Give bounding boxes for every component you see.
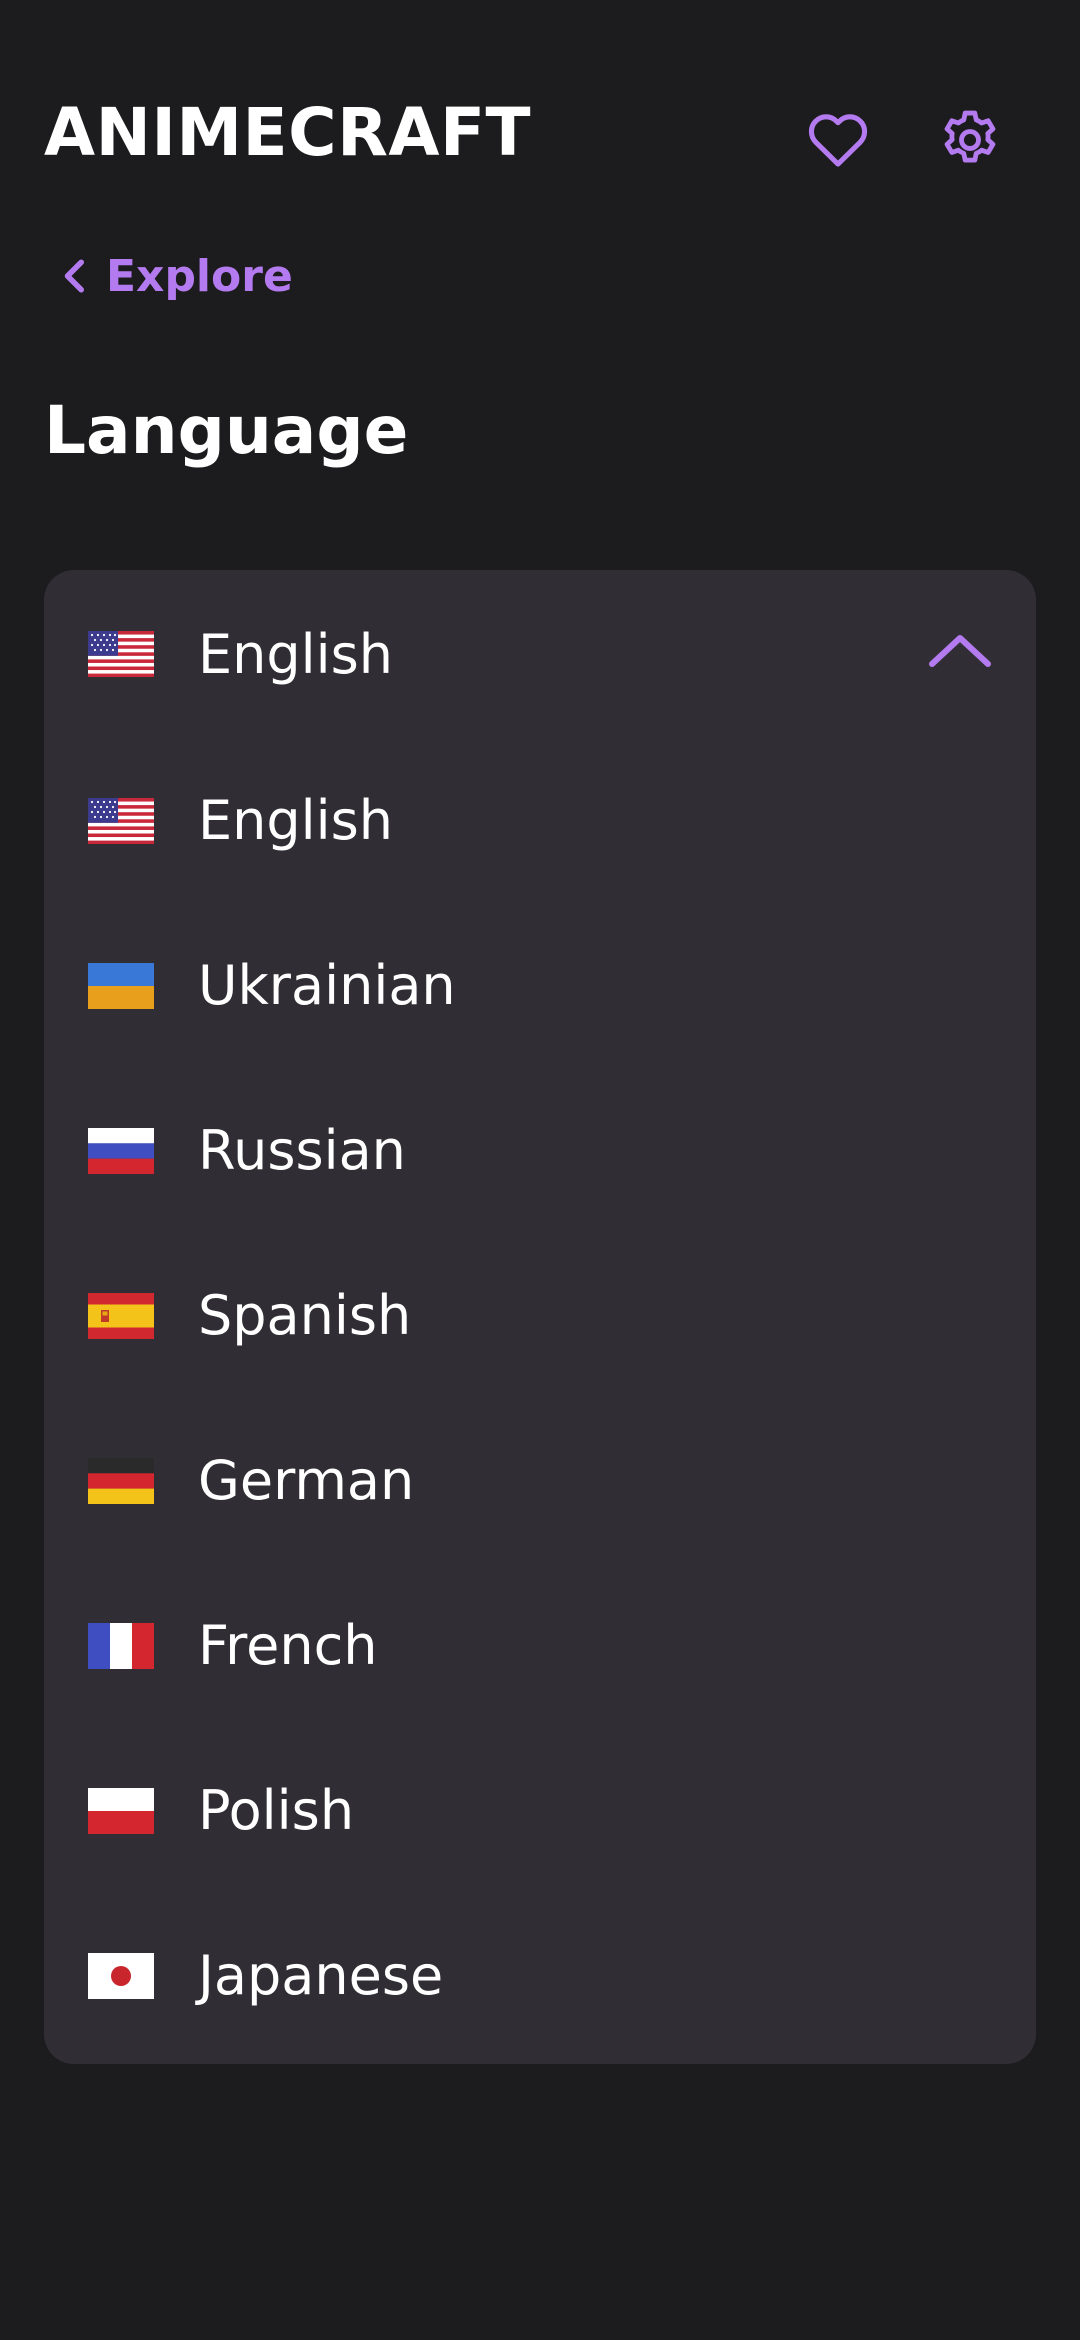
language-option-english[interactable]: English — [44, 738, 1036, 903]
language-options-list: English Ukrainian Russian Spanish German… — [44, 738, 1036, 2058]
language-option-label: Ukrainian — [198, 954, 456, 1017]
language-option-spanish[interactable]: Spanish — [44, 1233, 1036, 1398]
ru-flag-icon — [88, 1128, 154, 1174]
selected-language-label: English — [198, 623, 393, 686]
es-flag-icon — [88, 1293, 154, 1339]
language-option-label: Spanish — [198, 1284, 412, 1347]
language-option-label: English — [198, 789, 393, 852]
us-flag-icon — [88, 798, 154, 844]
language-option-french[interactable]: French — [44, 1563, 1036, 1728]
language-dropdown: English English Ukrainian Russian Spanis… — [44, 570, 1036, 2064]
page-title: Language — [44, 392, 409, 469]
settings-button[interactable] — [930, 100, 1010, 180]
heart-icon — [808, 114, 868, 167]
language-option-label: Russian — [198, 1119, 406, 1182]
language-option-label: German — [198, 1449, 415, 1512]
de-flag-icon — [88, 1458, 154, 1504]
language-option-label: French — [198, 1614, 378, 1677]
language-option-german[interactable]: German — [44, 1398, 1036, 1563]
pl-flag-icon — [88, 1788, 154, 1834]
language-option-label: Japanese — [198, 1944, 444, 2007]
language-option-ukrainian[interactable]: Ukrainian — [44, 903, 1036, 1068]
language-option-russian[interactable]: Russian — [44, 1068, 1036, 1233]
favorites-button[interactable] — [798, 100, 878, 180]
fr-flag-icon — [88, 1623, 154, 1669]
jp-flag-icon — [88, 1953, 154, 1999]
language-option-label: Polish — [198, 1779, 355, 1842]
back-to-explore-link[interactable]: Explore — [60, 244, 293, 308]
gear-icon — [944, 110, 996, 163]
language-option-japanese[interactable]: Japanese — [44, 1893, 1036, 2058]
language-select-toggle[interactable]: English — [44, 570, 1036, 738]
chevron-up-icon — [929, 635, 991, 667]
language-option-polish[interactable]: Polish — [44, 1728, 1036, 1893]
ua-flag-icon — [88, 963, 154, 1009]
app-title: ANIMECRAFT — [44, 94, 532, 171]
chevron-left-icon — [64, 259, 84, 293]
us-flag-icon — [88, 631, 154, 677]
back-link-label: Explore — [106, 250, 293, 302]
